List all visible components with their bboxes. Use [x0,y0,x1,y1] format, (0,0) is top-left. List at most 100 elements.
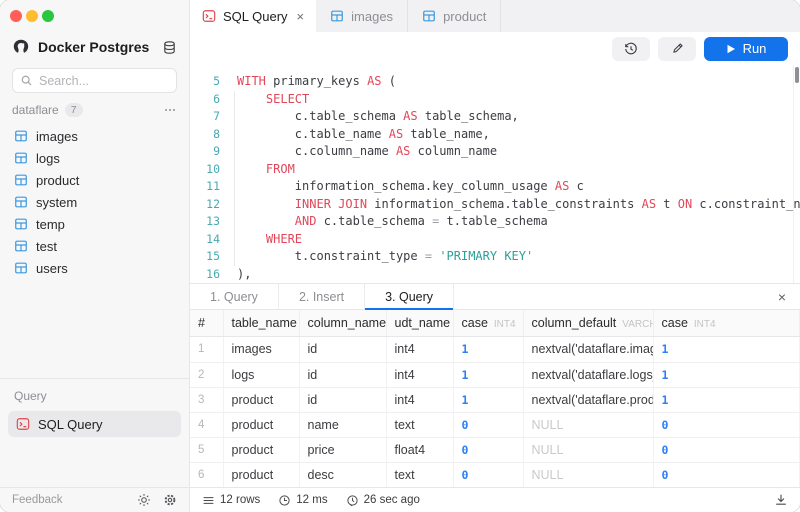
token-kw: AS [555,179,569,193]
main-area: SQL Query×imagesproduct Run [190,0,800,512]
tab-sql-query[interactable]: SQL Query× [190,0,316,32]
data-cell[interactable]: logs [223,362,299,387]
data-cell[interactable]: text [386,462,453,487]
more-icon[interactable] [163,103,177,117]
tab-bar-fill [501,0,800,32]
format-button[interactable] [658,37,696,61]
column-type: VARCHAR [622,319,653,330]
history-button[interactable] [612,37,650,61]
results-tab-2-insert[interactable]: 2. Insert [279,284,365,309]
data-cell[interactable]: 0 [653,462,800,487]
data-cell[interactable]: 0 [653,412,800,437]
sql-editor[interactable]: 5WITH primary_keys AS (6 SELECT7 c.table… [190,65,800,283]
data-cell[interactable]: product [223,387,299,412]
timer-icon [278,494,291,507]
gear-icon[interactable] [163,493,177,507]
results-tab-3-query[interactable]: 3. Query [365,284,454,309]
data-cell[interactable]: float4 [386,437,453,462]
row-index-cell[interactable]: 1 [190,337,223,362]
column-header-column_default[interactable]: column_defaultVARCHAR [523,310,653,336]
data-cell[interactable]: price [299,437,386,462]
token-txt: t.constraint_type [237,249,425,263]
run-button[interactable]: Run [704,37,788,61]
sidebar-item-product[interactable]: product [0,169,189,191]
sidebar-item-images[interactable]: images [0,125,189,147]
column-header-index[interactable]: # [190,310,223,336]
data-cell[interactable]: nextval('dataflare.images_id_s… [523,337,653,362]
data-cell[interactable]: id [299,387,386,412]
data-cell[interactable]: id [299,337,386,362]
data-cell[interactable]: id [299,362,386,387]
data-cell[interactable]: product [223,462,299,487]
column-header-case[interactable]: caseINT4 [453,310,523,336]
schema-row[interactable]: dataflare 7 [0,97,189,123]
sidebar-item-users[interactable]: users [0,257,189,279]
status-label: 26 sec ago [364,494,420,506]
data-cell[interactable]: 1 [453,362,523,387]
results-tab-1-query[interactable]: 1. Query [190,284,279,309]
table-label: system [36,195,77,210]
tab-images[interactable]: images [316,0,408,32]
column-header-column_name[interactable]: column_name... [299,310,386,336]
data-cell[interactable]: nextval('dataflare.logs_id_seq'… [523,362,653,387]
results-close-icon[interactable]: × [764,289,800,305]
data-cell[interactable]: 1 [653,362,800,387]
data-cell[interactable]: NULL [523,412,653,437]
row-index-cell[interactable]: 5 [190,437,223,462]
data-cell[interactable]: 1 [653,387,800,412]
data-cell[interactable]: text [386,412,453,437]
search-input[interactable] [39,74,169,88]
row-index-cell[interactable]: 6 [190,462,223,487]
column-header-udt_name[interactable]: udt_name... [386,310,453,336]
token-txt: column_name [410,144,497,158]
data-cell[interactable]: 0 [453,412,523,437]
data-cell[interactable]: desc [299,462,386,487]
line-code: t.constraint_type = 'PRIMARY KEY' [220,248,533,266]
data-cell[interactable]: NULL [523,437,653,462]
data-cell[interactable]: int4 [386,362,453,387]
search-box[interactable] [12,68,177,93]
sidebar-item-temp[interactable]: temp [0,213,189,235]
data-cell[interactable]: product [223,412,299,437]
data-cell[interactable]: int4 [386,337,453,362]
zoom-window-button[interactable] [42,10,54,22]
data-cell[interactable]: nextval('dataflare.product_id_… [523,387,653,412]
data-cell[interactable]: 1 [653,337,800,362]
row-index-cell[interactable]: 4 [190,412,223,437]
row-index-cell[interactable]: 3 [190,387,223,412]
data-cell[interactable]: name [299,412,386,437]
table-row[interactable]: 6productdesctext0NULL0 [190,462,800,487]
row-index-cell[interactable]: 2 [190,362,223,387]
table-row[interactable]: 1imagesidint41nextval('dataflare.images_… [190,337,800,362]
sidebar-item-logs[interactable]: logs [0,147,189,169]
data-cell[interactable]: product [223,437,299,462]
sidebar-item-system[interactable]: system [0,191,189,213]
table-row[interactable]: 2logsidint41nextval('dataflare.logs_id_s… [190,362,800,387]
theme-sun-icon[interactable] [137,493,151,507]
table-row[interactable]: 5productpricefloat40NULL0 [190,437,800,462]
tables-list: imageslogsproduct system temptestusers [0,123,189,279]
column-header-case[interactable]: caseINT4 [653,310,800,336]
token-txt: c.constraint_name [692,197,800,211]
tab-product[interactable]: product [408,0,501,32]
data-cell[interactable]: 1 [453,337,523,362]
data-cell[interactable]: 0 [453,437,523,462]
minimize-window-button[interactable] [26,10,38,22]
column-header-table_name[interactable]: table_name... [223,310,299,336]
editor-scrollbar-thumb[interactable] [795,67,799,83]
sidebar-item-test[interactable]: test [0,235,189,257]
data-cell[interactable]: int4 [386,387,453,412]
table-row[interactable]: 4productnametext0NULL0 [190,412,800,437]
data-cell[interactable]: 0 [453,462,523,487]
download-icon[interactable] [774,493,788,507]
database-icon[interactable] [162,40,177,55]
data-cell[interactable]: 1 [453,387,523,412]
feedback-link[interactable]: Feedback [12,494,125,506]
table-row[interactable]: 3productidint41nextval('dataflare.produc… [190,387,800,412]
close-window-button[interactable] [10,10,22,22]
close-icon[interactable]: × [295,9,307,24]
data-cell[interactable]: 0 [653,437,800,462]
data-cell[interactable]: NULL [523,462,653,487]
sidebar-item-sql-query[interactable]: SQL Query [8,411,181,437]
data-cell[interactable]: images [223,337,299,362]
